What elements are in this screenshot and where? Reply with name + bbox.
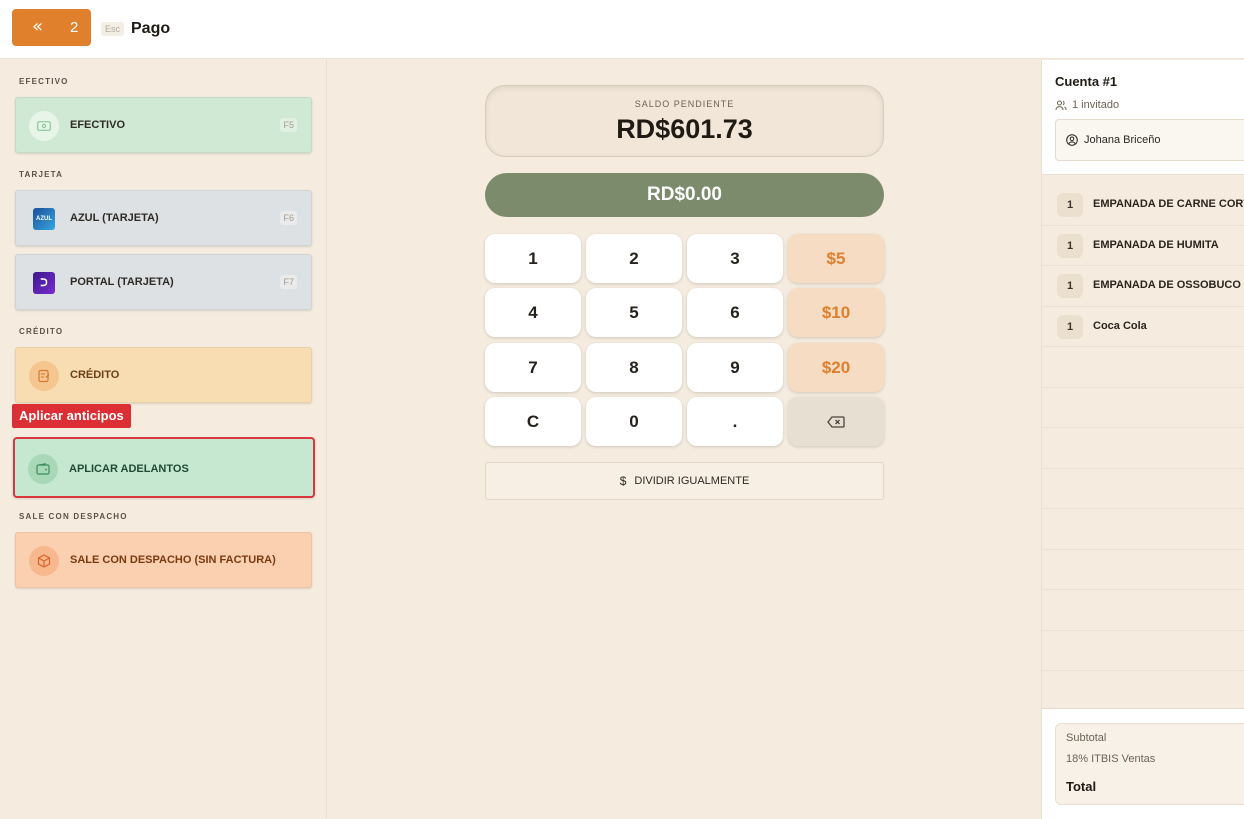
keypad-2[interactable]: 2: [586, 234, 682, 283]
account-card: Cuenta #1 1 invitado Johana Briceño: [1042, 60, 1244, 175]
quick-amount-5[interactable]: $5: [788, 234, 884, 283]
order-items-list: 1 EMPANADA DE CARNE CORT 1 EMPANADA DE H…: [1042, 185, 1244, 671]
keypad-7[interactable]: 7: [485, 343, 581, 392]
dollar-icon: $: [619, 474, 627, 488]
esc-shortcut-badge: Esc: [101, 22, 125, 36]
keypad-backspace[interactable]: [788, 397, 884, 446]
empty-row: [1042, 428, 1244, 469]
client-selector[interactable]: Johana Briceño: [1055, 119, 1244, 161]
empty-row: [1042, 469, 1244, 509]
double-chevron-left-icon: «: [32, 16, 44, 37]
cash-icon: [29, 111, 59, 141]
empty-row: [1042, 509, 1244, 550]
back-button[interactable]: « 2: [12, 9, 91, 46]
wallet-icon: [28, 454, 58, 484]
totals-box: Subtotal 18% ITBIS Ventas Total: [1055, 723, 1244, 805]
section-label-credito: CRÉDITO: [19, 327, 64, 336]
item-name: EMPANADA DE HUMITA: [1093, 238, 1219, 251]
top-bar: « 2 Esc Pago: [0, 0, 1244, 59]
azul-logo-icon: AZUL: [29, 204, 59, 234]
empty-row: [1042, 550, 1244, 590]
tax-label: 18% ITBIS Ventas: [1066, 753, 1156, 765]
keypad-5[interactable]: 5: [586, 288, 682, 337]
list-item[interactable]: 1 EMPANADA DE CARNE CORT: [1042, 185, 1244, 226]
package-icon: [29, 546, 59, 576]
keypad-6[interactable]: 6: [687, 288, 783, 337]
payment-efectivo-button[interactable]: EFECTIVO F5: [15, 97, 312, 153]
page-title: Pago: [131, 20, 171, 37]
payment-credito-label: CRÉDITO: [70, 369, 120, 381]
guests-icon: [1055, 100, 1067, 110]
backspace-icon: [827, 415, 845, 428]
credit-note-icon: [29, 361, 59, 391]
payment-methods-panel: EFECTIVO EFECTIVO F5 TARJETA AZUL AZUL (…: [0, 60, 327, 819]
apply-advances-button[interactable]: APLICAR ADELANTOS: [13, 437, 315, 498]
payment-portal-label: PORTAL (TARJETA): [70, 276, 174, 288]
empty-row: [1042, 631, 1244, 671]
subtotal-label: Subtotal: [1066, 732, 1107, 744]
list-item[interactable]: 1 EMPANADA DE HUMITA: [1042, 226, 1244, 266]
empty-row: [1042, 347, 1244, 388]
apply-advances-label: APLICAR ADELANTOS: [69, 463, 189, 475]
empty-row: [1042, 388, 1244, 428]
portal-logo-icon: ᑐ: [29, 268, 59, 298]
keypad-decimal[interactable]: .: [687, 397, 783, 446]
user-circle-icon: [1066, 134, 1078, 146]
section-label-efectivo: EFECTIVO: [19, 77, 69, 86]
back-count: 2: [70, 19, 79, 36]
section-label-tarjeta: TARJETA: [19, 170, 64, 179]
account-title: Cuenta #1: [1055, 74, 1118, 89]
keypad-1[interactable]: 1: [485, 234, 581, 283]
keypad-8[interactable]: 8: [586, 343, 682, 392]
pending-balance-box: SALDO PENDIENTE RD$601.73: [485, 85, 884, 157]
payment-portal-button[interactable]: ᑐ PORTAL (TARJETA) F7: [15, 254, 312, 310]
keypad-3[interactable]: 3: [687, 234, 783, 283]
item-name: Coca Cola: [1093, 319, 1147, 332]
keypad-4[interactable]: 4: [485, 288, 581, 337]
payment-efectivo-label: EFECTIVO: [70, 119, 126, 131]
keypad-0[interactable]: 0: [586, 397, 682, 446]
list-item[interactable]: 1 Coca Cola: [1042, 307, 1244, 347]
totals-section: Subtotal 18% ITBIS Ventas Total: [1042, 708, 1244, 819]
payment-credito-button[interactable]: CRÉDITO: [15, 347, 312, 403]
account-panel: Cuenta #1 1 invitado Johana Briceño 1 EM…: [1041, 60, 1244, 819]
item-qty: 1: [1057, 233, 1083, 258]
guests-label: 1 invitado: [1072, 99, 1120, 111]
shortcut-badge: F5: [280, 118, 297, 132]
client-name: Johana Briceño: [1084, 134, 1161, 146]
shortcut-badge: F7: [280, 275, 297, 289]
item-qty: 1: [1057, 193, 1083, 217]
split-equally-button[interactable]: $ DIVIDIR IGUALMENTE: [485, 462, 884, 500]
total-label: Total: [1066, 779, 1097, 794]
quick-amount-20[interactable]: $20: [788, 343, 884, 392]
shortcut-badge: F6: [280, 211, 297, 225]
keypad-clear[interactable]: C: [485, 397, 581, 446]
pending-balance-amount: RD$601.73: [616, 114, 753, 144]
payment-despacho-button[interactable]: SALE CON DESPACHO (SIN FACTURA): [15, 532, 312, 588]
pending-balance-caption: SALDO PENDIENTE: [634, 99, 735, 109]
keypad-9[interactable]: 9: [687, 343, 783, 392]
azul-logo: AZUL: [33, 208, 55, 230]
list-item[interactable]: 1 EMPANADA DE OSSOBUCO: [1042, 266, 1244, 307]
item-qty: 1: [1057, 314, 1083, 339]
item-name: EMPANADA DE OSSOBUCO: [1093, 279, 1241, 291]
payment-despacho-label: SALE CON DESPACHO (SIN FACTURA): [70, 554, 276, 566]
guests-count: 1 invitado: [1055, 99, 1119, 111]
empty-row: [1042, 590, 1244, 631]
section-label-despacho: SALE CON DESPACHO: [19, 512, 128, 521]
quick-amount-10[interactable]: $10: [788, 288, 884, 337]
portal-logo: ᑐ: [33, 272, 55, 294]
payment-azul-label: AZUL (TARJETA): [70, 212, 159, 224]
item-qty: 1: [1057, 274, 1083, 298]
payment-azul-button[interactable]: AZUL AZUL (TARJETA) F6: [15, 190, 312, 246]
split-equally-label: DIVIDIR IGUALMENTE: [634, 475, 750, 487]
amount-input-display[interactable]: RD$0.00: [485, 173, 884, 217]
item-name: EMPANADA DE CARNE CORT: [1093, 198, 1244, 210]
apply-advances-tooltip: Aplicar anticipos: [12, 404, 131, 428]
